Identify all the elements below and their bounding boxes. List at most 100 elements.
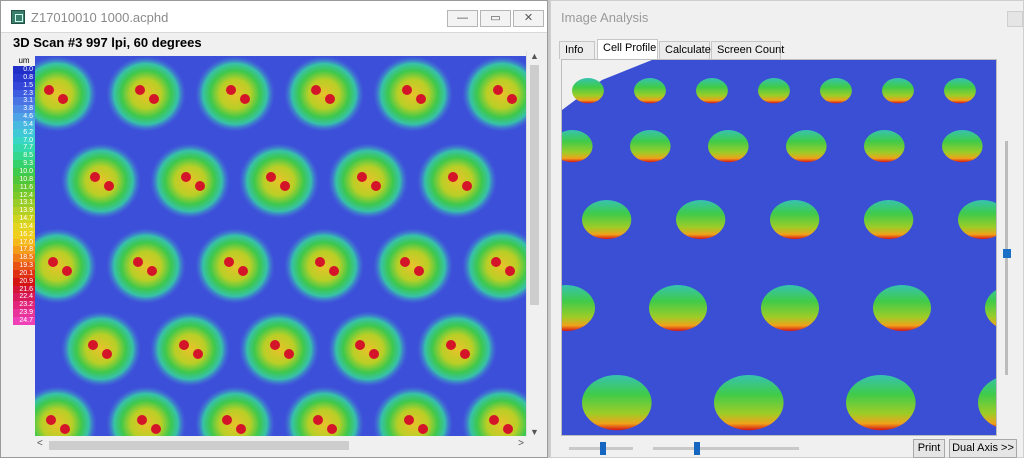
cell-peak [240,94,250,104]
cell-peak [133,257,143,267]
print-button[interactable]: Print [913,439,945,458]
legend-swatch: 2.3 [13,89,35,98]
cell-blob [239,311,319,387]
cell-peak [222,415,232,425]
horizontal-scrollbar[interactable]: < > [35,437,526,453]
dual-axis-button[interactable]: Dual Axis >> [949,439,1017,458]
cell-cup [944,78,976,104]
cell-peak [313,415,323,425]
cell-cup [761,285,819,331]
cell-peak [325,94,335,104]
vertical-scrollbar[interactable]: ▲ ▼ [526,51,542,437]
legend-swatch: 6.2 [13,128,35,137]
legend-swatch: 11.6 [13,183,35,192]
minimize-icon: — [457,12,468,24]
legend-swatch: 14.7 [13,215,35,223]
legend-swatch: 5.4 [13,120,35,129]
cell-peak [404,415,414,425]
cell-peak [371,181,381,191]
cell-peak [400,257,410,267]
cell-cup [864,130,905,163]
tab-info[interactable]: Info [559,41,595,59]
legend-unit: um [18,56,30,65]
cell-cup [649,285,707,331]
legend-swatch: 23.2 [13,301,35,310]
zoom-vertical-slider[interactable] [1003,141,1011,375]
cell-peak [491,257,501,267]
cell-peak [90,172,100,182]
cell-peak [226,85,236,95]
tab-calculate[interactable]: Calculate [659,41,711,59]
legend-swatch: 8.5 [13,152,35,161]
scan-window-titlebar[interactable]: Z17010010 1000.acphd — ▭ ✕ [1,1,547,33]
close-button[interactable]: ✕ [513,10,544,27]
cell-peak [149,94,159,104]
cell-peak [181,172,191,182]
color-legend: um 0.0 0.8 1.5 2.3 3.1 3.8 4.6 5.4 6.2 7.0 7.7 8.5 9… [13,56,35,325]
cell-peak [311,85,321,95]
maximize-button[interactable]: ▭ [480,10,511,27]
cell-blob [328,143,408,219]
cell-blob [150,143,230,219]
cell-peak [62,266,72,276]
tab-cell-profile[interactable]: Cell Profile [597,39,658,60]
cell-cup [942,130,983,163]
cell-cup [630,130,671,163]
cell-cup [846,375,916,431]
legend-swatch: 20.1 [13,269,35,278]
cell-peak [224,257,234,267]
legend-swatch: 10.8 [13,175,35,184]
cell-peak [60,424,70,434]
legend-swatch: 9.3 [13,160,35,168]
cell-blob [106,56,186,132]
legend-swatch: 3.1 [13,97,35,106]
cell-blob [328,311,408,387]
cell-peak [505,266,515,276]
cell-profile-3d-view[interactable] [561,59,997,436]
cell-peak [137,415,147,425]
cell-peak [369,349,379,359]
cell-peak [44,85,54,95]
cell-peak [284,349,294,359]
scroll-up-icon[interactable]: ▲ [530,51,539,61]
image-analysis-window: Image Analysis Info Cell Profile Calcula… [550,0,1024,458]
tilt-slider[interactable] [653,442,799,455]
cell-peak [48,257,58,267]
vertical-scroll-thumb[interactable] [530,65,539,305]
zoom-vertical-slider-thumb[interactable] [1003,249,1011,258]
cell-cup [758,78,790,104]
cell-peak [270,340,280,350]
image-analysis-close-button[interactable] [1007,11,1023,27]
cell-peak [179,340,189,350]
cell-peak [355,340,365,350]
legend-swatch: 10.0 [13,167,35,176]
tilt-slider-knob[interactable] [694,442,700,455]
height-map-image[interactable] [35,56,526,436]
cell-peak [266,172,276,182]
cell-cup [882,78,914,104]
legend-swatch: 7.0 [13,136,35,145]
tab-screen-count[interactable]: Screen Count [711,41,784,59]
cell-blob [61,143,141,219]
legend-swatch: 21.6 [13,285,35,294]
scroll-right-icon[interactable]: > [518,438,524,449]
scroll-left-icon[interactable]: < [37,438,43,449]
cell-peak [503,424,513,434]
scan-title: 3D Scan #3 997 lpi, 60 degrees [13,35,202,50]
cell-peak [151,424,161,434]
cell-peak [416,94,426,104]
horizontal-scroll-thumb[interactable] [49,441,349,450]
legend-swatch: 17.0 [13,238,35,247]
cell-cup [634,78,666,104]
minimize-button[interactable]: — [447,10,478,27]
rotation-slider[interactable] [569,442,633,455]
cell-peak [195,181,205,191]
cell-blob [417,311,497,387]
scroll-down-icon[interactable]: ▼ [530,427,539,437]
cell-peak [414,266,424,276]
legend-swatch: 16.2 [13,230,35,239]
cell-blob [61,311,141,387]
cell-peak [135,85,145,95]
rotation-slider-knob[interactable] [600,442,606,455]
legend-swatch: 0.8 [13,73,35,82]
